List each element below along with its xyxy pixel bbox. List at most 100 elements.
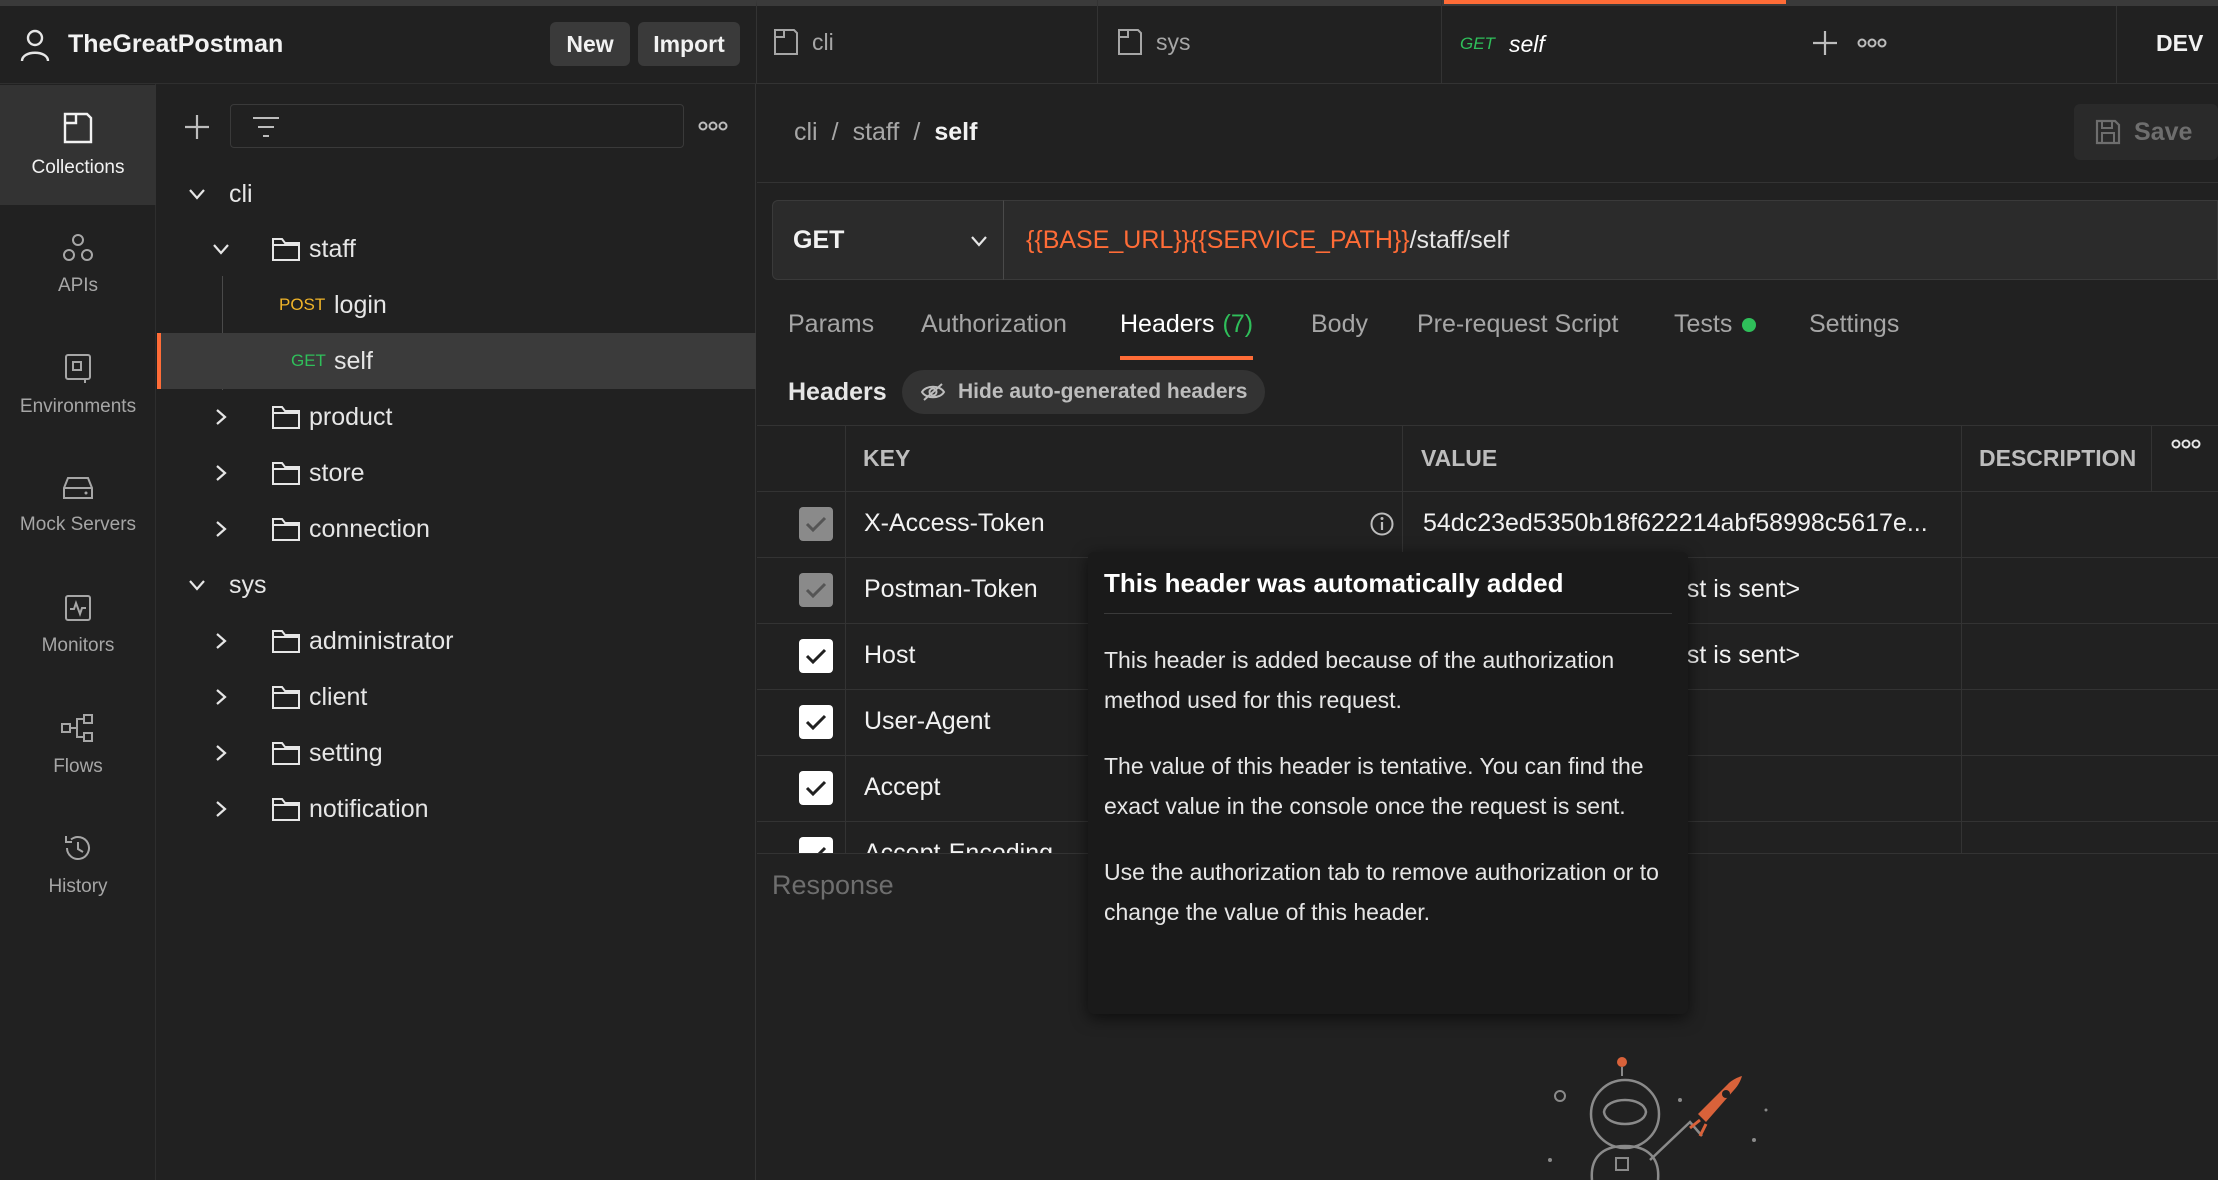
tree-item-sys[interactable]: sys bbox=[157, 557, 756, 613]
header-checkbox[interactable] bbox=[799, 507, 833, 541]
chevron-right-icon[interactable] bbox=[211, 519, 231, 539]
more-icon[interactable] bbox=[698, 112, 734, 140]
info-icon[interactable] bbox=[1369, 511, 1395, 537]
tooltip-text: The value of this header is tentative. Y… bbox=[1104, 753, 1644, 819]
chevron-right-icon[interactable] bbox=[211, 631, 231, 651]
check-icon bbox=[805, 581, 827, 599]
tab-self[interactable]: GET self bbox=[1444, 0, 1786, 84]
rail-apis[interactable]: APIs bbox=[0, 205, 156, 325]
chevron-right-icon[interactable] bbox=[211, 463, 231, 483]
header-key[interactable]: User-Agent bbox=[864, 707, 990, 736]
tab-settings[interactable]: Settings bbox=[1809, 310, 1899, 360]
header-checkbox[interactable] bbox=[799, 573, 833, 607]
column-header-key: KEY bbox=[863, 445, 911, 471]
method-select[interactable]: GET bbox=[772, 200, 1004, 280]
tree-label: setting bbox=[309, 738, 383, 767]
tab-body[interactable]: Body bbox=[1311, 310, 1368, 360]
header-key[interactable]: X-Access-Token bbox=[864, 509, 1045, 538]
tab-tests[interactable]: Tests bbox=[1674, 310, 1757, 360]
table-row: X-Access-Token 54dc23ed5350b18f622214abf… bbox=[757, 491, 2218, 557]
tab-cli[interactable]: cli bbox=[772, 0, 1098, 84]
chevron-right-icon[interactable] bbox=[211, 687, 231, 707]
rail-environments[interactable]: Environments bbox=[0, 325, 156, 445]
chevron-right-icon[interactable] bbox=[211, 799, 231, 819]
rail-history[interactable]: History bbox=[0, 805, 156, 925]
monitors-icon bbox=[63, 593, 93, 635]
breadcrumb-item[interactable]: staff bbox=[853, 118, 900, 147]
tab-authorization[interactable]: Authorization bbox=[921, 310, 1067, 360]
more-icon[interactable] bbox=[1842, 28, 1902, 58]
status-dot bbox=[1742, 318, 1757, 332]
header-value[interactable]: est is sent> bbox=[1673, 641, 1800, 670]
tree-item-staff[interactable]: staff bbox=[157, 221, 756, 277]
header-checkbox[interactable] bbox=[799, 771, 833, 805]
user-icon[interactable] bbox=[20, 28, 52, 64]
rail-label: Flows bbox=[53, 756, 103, 777]
chevron-down-icon[interactable] bbox=[187, 575, 207, 595]
tab-label: cli bbox=[812, 28, 834, 55]
hide-auto-headers-button[interactable]: Hide auto-generated headers bbox=[902, 370, 1266, 414]
header-key[interactable]: Postman-Token bbox=[864, 575, 1038, 604]
rail-mock-servers[interactable]: Mock Servers bbox=[0, 445, 156, 565]
workspace-name[interactable]: TheGreatPostman bbox=[68, 30, 283, 59]
tree-item-product[interactable]: product bbox=[157, 389, 756, 445]
header-key[interactable]: Accept-Encoding bbox=[864, 839, 1053, 853]
environment-selector[interactable]: DEV bbox=[2156, 30, 2203, 57]
collections-icon bbox=[1116, 27, 1144, 57]
tree-item-setting[interactable]: setting bbox=[157, 725, 756, 781]
chevron-right-icon[interactable] bbox=[211, 743, 231, 763]
tree-item-cli[interactable]: cli bbox=[157, 166, 756, 222]
check-icon bbox=[805, 515, 827, 533]
tree-item-notification[interactable]: notification bbox=[157, 781, 756, 837]
chevron-down-icon[interactable] bbox=[211, 239, 231, 259]
breadcrumb-item[interactable]: cli bbox=[794, 118, 818, 147]
header-key[interactable]: Host bbox=[864, 641, 915, 670]
url-input[interactable]: {{BASE_URL}} {{SERVICE_PATH}} /staff/sel… bbox=[1003, 200, 2218, 280]
header-checkbox[interactable] bbox=[799, 705, 833, 739]
tree-item-administrator[interactable]: administrator bbox=[157, 613, 756, 669]
plus-icon[interactable] bbox=[182, 112, 214, 144]
import-button[interactable]: Import bbox=[638, 22, 740, 66]
folder-icon bbox=[271, 236, 301, 262]
header-value[interactable]: est is sent> bbox=[1673, 575, 1800, 604]
rail-collections[interactable]: Collections bbox=[0, 85, 156, 205]
breadcrumb: cli / staff / self bbox=[794, 118, 977, 147]
url-variable: {{BASE_URL}} bbox=[1026, 225, 1191, 254]
header-key[interactable]: Accept bbox=[864, 773, 940, 802]
collections-icon bbox=[772, 27, 800, 57]
rail-monitors[interactable]: Monitors bbox=[0, 565, 156, 685]
tree-item-connection[interactable]: connection bbox=[157, 501, 756, 557]
tab-label: Tests bbox=[1674, 310, 1733, 338]
more-icon[interactable] bbox=[2171, 439, 2201, 449]
folder-icon bbox=[271, 684, 301, 710]
tab-sys[interactable]: sys bbox=[1116, 0, 1442, 84]
tree-item-store[interactable]: store bbox=[157, 445, 756, 501]
headers-label: Headers bbox=[788, 378, 887, 406]
header-checkbox[interactable] bbox=[799, 639, 833, 673]
rail-label: Collections bbox=[31, 157, 125, 178]
new-button[interactable]: New bbox=[550, 22, 630, 66]
search-input[interactable] bbox=[230, 104, 684, 148]
tree-item-login[interactable]: POST login bbox=[157, 277, 756, 333]
breadcrumb-separator: / bbox=[831, 118, 839, 146]
plus-icon[interactable] bbox=[1810, 28, 1840, 58]
tab-headers[interactable]: Headers (7) bbox=[1120, 310, 1254, 360]
breadcrumb-current[interactable]: self bbox=[934, 118, 977, 147]
tree-item-client[interactable]: client bbox=[157, 669, 756, 725]
tab-label: sys bbox=[1156, 28, 1191, 55]
url-variable: {{SERVICE_PATH}} bbox=[1190, 225, 1410, 254]
header-checkbox[interactable] bbox=[799, 837, 833, 853]
tab-params[interactable]: Params bbox=[788, 310, 874, 360]
header-value[interactable]: 54dc23ed5350b18f622214abf58998c5617e... bbox=[1423, 509, 1928, 538]
rail-flows[interactable]: Flows bbox=[0, 685, 156, 805]
tab-pre-request-script[interactable]: Pre-request Script bbox=[1417, 310, 1618, 360]
save-icon bbox=[2094, 118, 2122, 146]
history-icon bbox=[62, 832, 94, 876]
chevron-down-icon[interactable] bbox=[187, 184, 207, 204]
tree-item-self[interactable]: GET self bbox=[157, 333, 756, 389]
save-button[interactable]: Save bbox=[2074, 104, 2218, 160]
chevron-right-icon[interactable] bbox=[211, 407, 231, 427]
response-label: Response bbox=[772, 870, 894, 900]
check-icon bbox=[805, 713, 827, 731]
folder-icon bbox=[271, 740, 301, 766]
